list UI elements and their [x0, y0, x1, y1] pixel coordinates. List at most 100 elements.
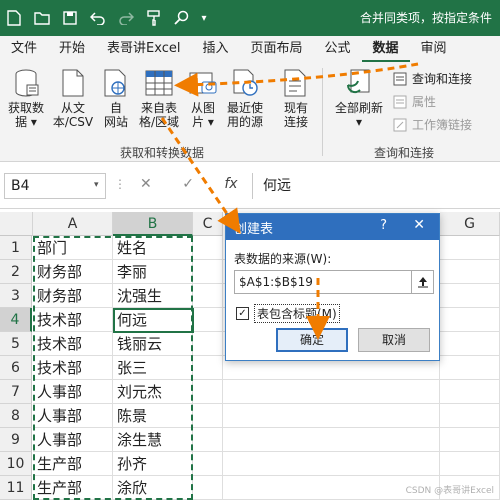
cell-g[interactable] [440, 452, 500, 476]
close-button[interactable]: ✕ [413, 217, 425, 233]
cell-c[interactable] [193, 356, 223, 380]
cell-g[interactable] [440, 356, 500, 380]
cell-b[interactable]: 涂欣 [113, 476, 193, 500]
cell-c[interactable] [193, 332, 223, 356]
cell-b[interactable]: 沈强生 [113, 284, 193, 308]
cell-d-f[interactable] [223, 428, 440, 452]
cell-b[interactable]: 孙齐 [113, 452, 193, 476]
cell-a[interactable]: 生产部 [33, 476, 113, 500]
confirm-entry-button[interactable]: ✓ [182, 176, 194, 192]
formula-input[interactable]: 何远 [252, 173, 500, 199]
ok-button[interactable]: 确定 [276, 328, 348, 352]
row-header[interactable]: 2 [0, 260, 32, 284]
column-header-c[interactable]: C [193, 212, 223, 236]
from-web-button[interactable]: 自 网站 [100, 68, 132, 129]
cell-c[interactable] [193, 452, 223, 476]
row-header[interactable]: 11 [0, 476, 32, 500]
checkbox-checked-icon[interactable]: ✓ [236, 307, 249, 320]
row-header[interactable]: 6 [0, 356, 32, 380]
row-header[interactable]: 5 [0, 332, 32, 356]
get-data-button[interactable]: 获取数 据 ▾ [6, 68, 46, 129]
format-painter-icon[interactable] [140, 0, 168, 36]
cell-a[interactable]: 技术部 [33, 308, 113, 332]
cell-g[interactable] [440, 260, 500, 284]
row-header[interactable]: 7 [0, 380, 32, 404]
cell-b[interactable]: 涂生慧 [113, 428, 193, 452]
cancel-button[interactable]: 取消 [358, 328, 430, 352]
help-button[interactable]: ? [380, 218, 387, 233]
cell-c[interactable] [193, 260, 223, 284]
column-header-b[interactable]: B [113, 212, 193, 236]
cell-a[interactable]: 技术部 [33, 356, 113, 380]
has-headers-checkbox[interactable]: ✓ 表包含标题(M) [236, 304, 340, 323]
source-range-input[interactable]: $A$1:$B$19 [234, 270, 434, 294]
cell-a[interactable]: 人事部 [33, 380, 113, 404]
cancel-entry-button[interactable]: ✕ [140, 176, 152, 192]
name-box-dropdown-icon[interactable]: ▾ [94, 180, 99, 190]
row-header[interactable]: 1 [0, 236, 32, 260]
save-icon[interactable] [56, 0, 84, 36]
properties-button[interactable]: 属性 [392, 93, 436, 110]
tab-page-layout[interactable]: 页面布局 [239, 36, 313, 62]
chevron-down-icon[interactable]: ▾ [196, 0, 212, 36]
file-icon[interactable] [0, 0, 28, 36]
cell-g[interactable] [440, 380, 500, 404]
name-box[interactable]: B4 [4, 173, 106, 199]
tab-custom[interactable]: 表哥讲Excel [96, 36, 191, 62]
cell-c[interactable] [193, 236, 223, 260]
cell-b[interactable]: 陈景 [113, 404, 193, 428]
tab-insert[interactable]: 插入 [191, 36, 239, 62]
folder-icon[interactable] [28, 0, 56, 36]
row-header[interactable]: 9 [0, 428, 32, 452]
cell-d-f[interactable] [223, 452, 440, 476]
undo-icon[interactable] [84, 0, 112, 36]
from-text-csv-button[interactable]: 从文 本/CSV [50, 68, 96, 129]
cell-g[interactable] [440, 284, 500, 308]
tab-home[interactable]: 开始 [48, 36, 96, 62]
cell-g[interactable] [440, 308, 500, 332]
refresh-all-button[interactable]: 全部刷新 ▾ [332, 68, 386, 129]
cell-g[interactable] [440, 404, 500, 428]
row-header[interactable]: 4 [0, 308, 32, 332]
cell-a[interactable]: 财务部 [33, 260, 113, 284]
cell-a[interactable]: 技术部 [33, 332, 113, 356]
cell-c[interactable] [193, 404, 223, 428]
collapse-dialog-button[interactable] [411, 271, 433, 293]
cell-c[interactable] [193, 284, 223, 308]
insert-function-button[interactable]: fx [224, 176, 237, 192]
cell-b[interactable]: 刘元杰 [113, 380, 193, 404]
cell-g[interactable] [440, 428, 500, 452]
cell-d-f[interactable] [223, 380, 440, 404]
search-icon[interactable] [168, 0, 196, 36]
cell-b[interactable]: 钱丽云 [113, 332, 193, 356]
cell-c[interactable] [193, 476, 223, 500]
from-table-range-button[interactable]: 来自表 格/区域 [136, 68, 182, 129]
tab-data[interactable]: 数据 [361, 36, 410, 62]
cell-a[interactable]: 财务部 [33, 284, 113, 308]
redo-icon[interactable] [112, 0, 140, 36]
cell-a[interactable]: 生产部 [33, 452, 113, 476]
row-header[interactable]: 3 [0, 284, 32, 308]
cell-a[interactable]: 部门 [33, 236, 113, 260]
cell-a[interactable]: 人事部 [33, 404, 113, 428]
workbook-links-button[interactable]: 工作簿链接 [392, 116, 472, 133]
select-all-corner[interactable] [0, 212, 33, 236]
cell-d-f[interactable] [223, 404, 440, 428]
row-header[interactable]: 10 [0, 452, 32, 476]
cell-a[interactable]: 人事部 [33, 428, 113, 452]
cell-g[interactable] [440, 236, 500, 260]
column-header-g[interactable]: G [440, 212, 500, 236]
recent-sources-button[interactable]: 最近使 用的源 [222, 68, 268, 129]
cell-c[interactable] [193, 308, 223, 332]
cell-b[interactable]: 李丽 [113, 260, 193, 284]
from-picture-button[interactable]: 从图 片 ▾ [186, 68, 220, 129]
tab-file[interactable]: 文件 [0, 36, 48, 62]
tab-review[interactable]: 审阅 [410, 36, 458, 62]
cell-g[interactable] [440, 332, 500, 356]
queries-connections-button[interactable]: 查询和连接 [392, 70, 472, 87]
cell-c[interactable] [193, 428, 223, 452]
tab-formulas[interactable]: 公式 [314, 36, 362, 62]
row-header[interactable]: 8 [0, 404, 32, 428]
cell-b[interactable]: 张三 [113, 356, 193, 380]
cell-b[interactable]: 姓名 [113, 236, 193, 260]
